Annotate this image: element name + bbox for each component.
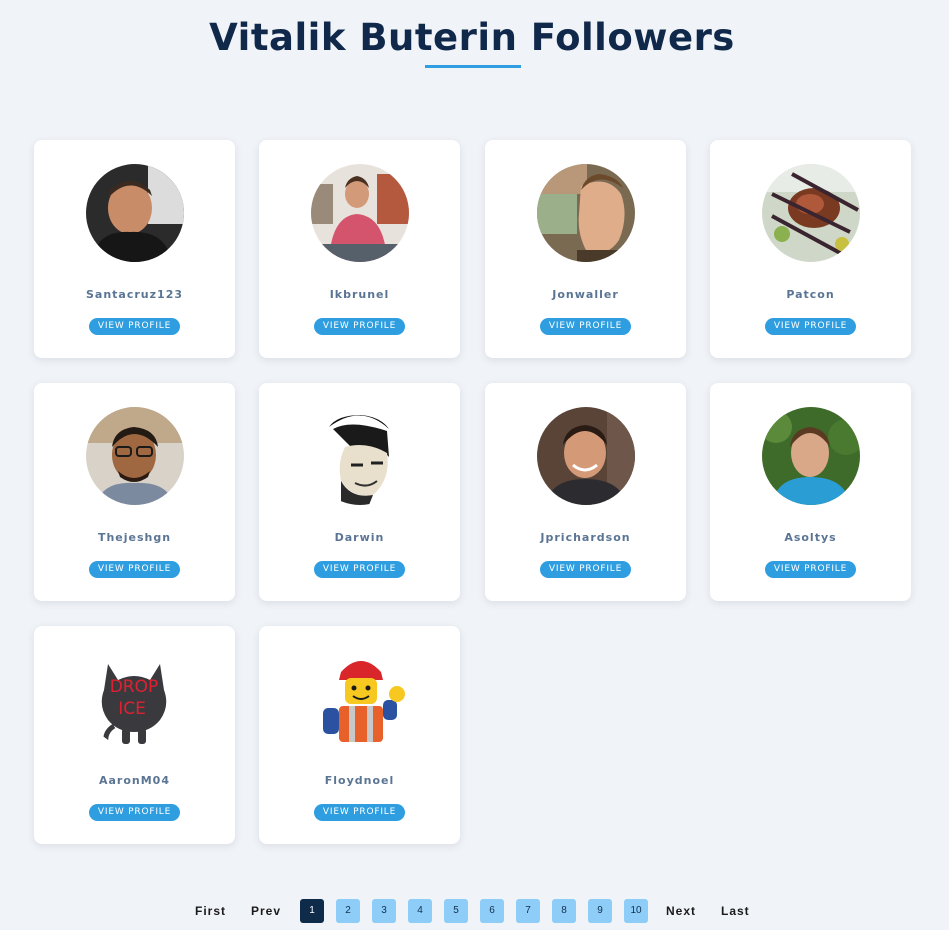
page-button-10[interactable]: 10: [624, 899, 648, 923]
follower-card: Jonwaller VIEW PROFILE: [485, 140, 686, 358]
page-button-3[interactable]: 3: [372, 899, 396, 923]
view-profile-button[interactable]: VIEW PROFILE: [314, 318, 405, 335]
view-profile-button[interactable]: VIEW PROFILE: [540, 561, 631, 578]
page-button-1[interactable]: 1: [300, 899, 324, 923]
username: Santacruz123: [86, 288, 183, 301]
username: AaronM04: [98, 774, 170, 787]
username: Ikbrunel: [329, 288, 390, 301]
man-profile-avatar[interactable]: [537, 164, 635, 262]
view-profile-button[interactable]: VIEW PROFILE: [540, 318, 631, 335]
follower-card: Asoltys VIEW PROFILE: [710, 383, 911, 601]
follower-card: Ikbrunel VIEW PROFILE: [259, 140, 460, 358]
follower-card: DROP ICE AaronM04 VIEW PROFILE: [34, 626, 235, 844]
follower-card: Thejeshgn VIEW PROFILE: [34, 383, 235, 601]
follower-card: Darwin VIEW PROFILE: [259, 383, 460, 601]
username: Jonwaller: [552, 288, 619, 301]
man-blue-shirt-avatar[interactable]: [762, 407, 860, 505]
food-grill-avatar[interactable]: [762, 164, 860, 262]
follower-card: Floydnoel VIEW PROFILE: [259, 626, 460, 844]
view-profile-button[interactable]: VIEW PROFILE: [314, 561, 405, 578]
prev-page-link[interactable]: Prev: [251, 904, 281, 918]
avatar-text-drop: DROP: [110, 677, 159, 697]
page-button-6[interactable]: 6: [480, 899, 504, 923]
view-profile-button[interactable]: VIEW PROFILE: [89, 804, 180, 821]
man-smiling-avatar[interactable]: [537, 407, 635, 505]
avatar-text-ice: ICE: [118, 699, 146, 719]
next-page-link[interactable]: Next: [666, 904, 696, 918]
page-button-9[interactable]: 9: [588, 899, 612, 923]
username: Asoltys: [784, 531, 837, 544]
title-underline: [425, 65, 521, 68]
lego-builder-avatar[interactable]: [311, 650, 409, 748]
view-profile-button[interactable]: VIEW PROFILE: [89, 561, 180, 578]
username: Floydnoel: [324, 774, 395, 787]
sketch-portrait-avatar[interactable]: [311, 407, 409, 505]
username: Darwin: [334, 531, 385, 544]
username: Patcon: [786, 288, 835, 301]
page-button-5[interactable]: 5: [444, 899, 468, 923]
page-title: Vitalik Buterin Followers: [209, 16, 735, 59]
view-profile-button[interactable]: VIEW PROFILE: [89, 318, 180, 335]
man-dark-shirt-avatar[interactable]: [86, 164, 184, 262]
last-page-link[interactable]: Last: [721, 904, 750, 918]
page-button-8[interactable]: 8: [552, 899, 576, 923]
username: Jprichardson: [540, 531, 631, 544]
view-profile-button[interactable]: VIEW PROFILE: [314, 804, 405, 821]
page-button-2[interactable]: 2: [336, 899, 360, 923]
follower-card: Santacruz123 VIEW PROFILE: [34, 140, 235, 358]
page-button-4[interactable]: 4: [408, 899, 432, 923]
page-button-7[interactable]: 7: [516, 899, 540, 923]
view-profile-button[interactable]: VIEW PROFILE: [765, 318, 856, 335]
username: Thejeshgn: [97, 531, 172, 544]
follower-card: Jprichardson VIEW PROFILE: [485, 383, 686, 601]
man-glasses-avatar[interactable]: [86, 407, 184, 505]
follower-card: Patcon VIEW PROFILE: [710, 140, 911, 358]
pagination: First Prev 1 2 3 4 5 6 7 8 9 10 Next Las…: [0, 898, 949, 924]
octocat-drop-ice-avatar[interactable]: DROP ICE: [86, 650, 184, 748]
first-page-link[interactable]: First: [195, 904, 226, 918]
man-pink-shirt-avatar[interactable]: [311, 164, 409, 262]
view-profile-button[interactable]: VIEW PROFILE: [765, 561, 856, 578]
